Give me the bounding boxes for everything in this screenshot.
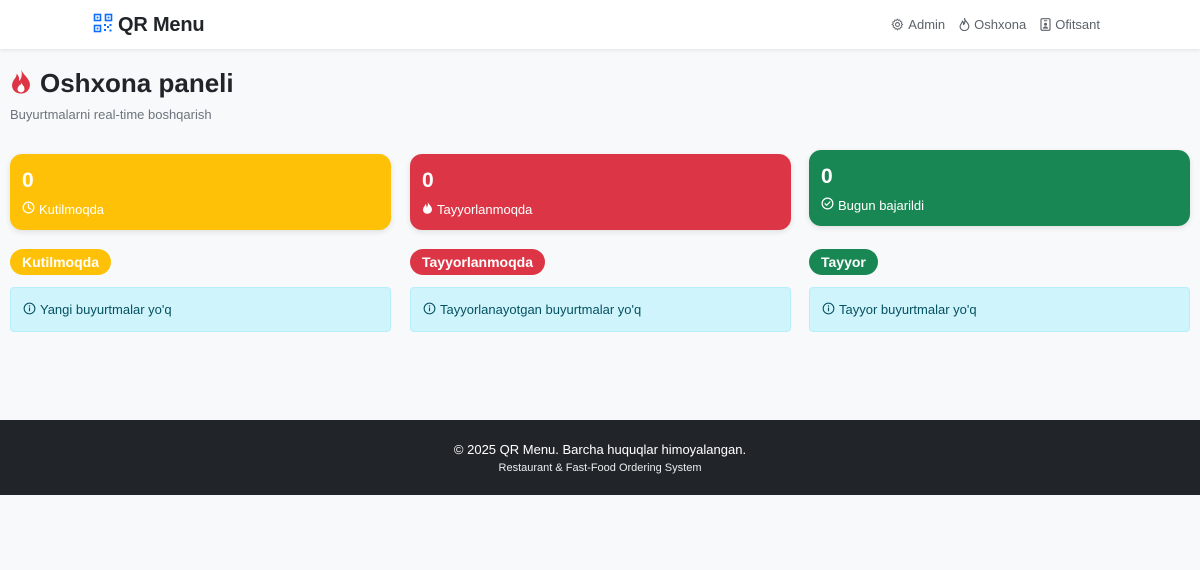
nav-links: Admin Oshxona Ofitsant: [891, 17, 1100, 32]
column-title-ready: Tayyor: [809, 249, 878, 275]
info-circle-icon: [23, 302, 36, 318]
stat-card-cooking: 0 Tayyorlanmoqda: [410, 154, 791, 230]
brand-link[interactable]: QR Menu: [93, 13, 205, 38]
stat-count-done: 0: [821, 165, 833, 188]
qr-code-icon: [93, 13, 113, 38]
footer: © 2025 QR Menu. Barcha huquqlar himoyala…: [0, 420, 1200, 495]
alert-cooking-text: Tayyorlanayotgan buyurtmalar yo'q: [440, 302, 642, 317]
footer-copyright: © 2025 QR Menu. Barcha huquqlar himoyala…: [453, 442, 747, 457]
brand-label: QR Menu: [118, 14, 205, 36]
stat-count-cooking: 0: [422, 169, 434, 192]
stat-label-pending-row: Kutilmoqda: [22, 201, 104, 217]
page-subtitle: Buyurtmalarni real-time boshqarish: [10, 107, 212, 122]
alert-ready-text: Tayyor buyurtmalar yo'q: [839, 302, 977, 317]
stat-label-cooking: Tayyorlanmoqda: [437, 201, 533, 217]
info-circle-icon: [423, 302, 436, 318]
navbar: QR Menu Admin Oshxona Ofitsant: [0, 0, 1200, 49]
stat-card-pending: 0 Kutilmoqda: [10, 154, 391, 230]
person-badge-icon: [1040, 18, 1051, 31]
alert-pending-text: Yangi buyurtmalar yo'q: [40, 302, 172, 317]
stat-card-done: 0 Bugun bajarildi: [809, 150, 1190, 226]
nav-link-oshxona-label: Oshxona: [974, 17, 1027, 32]
check-circle-icon: [821, 197, 834, 213]
alert-ready-empty: Tayyor buyurtmalar yo'q: [809, 287, 1190, 332]
footer-tagline: Restaurant & Fast-Food Ordering System: [498, 462, 702, 474]
clock-icon: [22, 201, 35, 217]
fire-icon: [10, 68, 32, 99]
stat-label-done: Bugun bajarildi: [838, 197, 925, 213]
nav-link-oshxona[interactable]: Oshxona: [959, 17, 1026, 32]
alert-cooking-empty: Tayyorlanayotgan buyurtmalar yo'q: [410, 287, 791, 332]
alert-pending-empty: Yangi buyurtmalar yo'q: [10, 287, 391, 332]
stat-label-pending: Kutilmoqda: [39, 201, 105, 217]
info-circle-icon: [822, 302, 835, 318]
fire-icon: [422, 201, 433, 217]
stat-label-done-row: Bugun bajarildi: [821, 197, 924, 213]
column-title-cooking: Tayyorlanmoqda: [410, 249, 545, 275]
stat-label-cooking-row: Tayyorlanmoqda: [422, 201, 532, 217]
stat-count-pending: 0: [22, 169, 34, 192]
nav-link-admin[interactable]: Admin: [891, 17, 945, 32]
nav-link-admin-label: Admin: [908, 17, 946, 32]
page-title-text: Oshxona paneli: [40, 68, 234, 98]
column-title-pending: Kutilmoqda: [10, 249, 111, 275]
gear-icon: [891, 18, 904, 31]
fire-icon: [959, 18, 970, 31]
nav-link-ofitsant-label: Ofitsant: [1055, 17, 1100, 32]
page-title: Oshxona paneli: [10, 68, 234, 99]
nav-link-ofitsant[interactable]: Ofitsant: [1040, 17, 1100, 32]
